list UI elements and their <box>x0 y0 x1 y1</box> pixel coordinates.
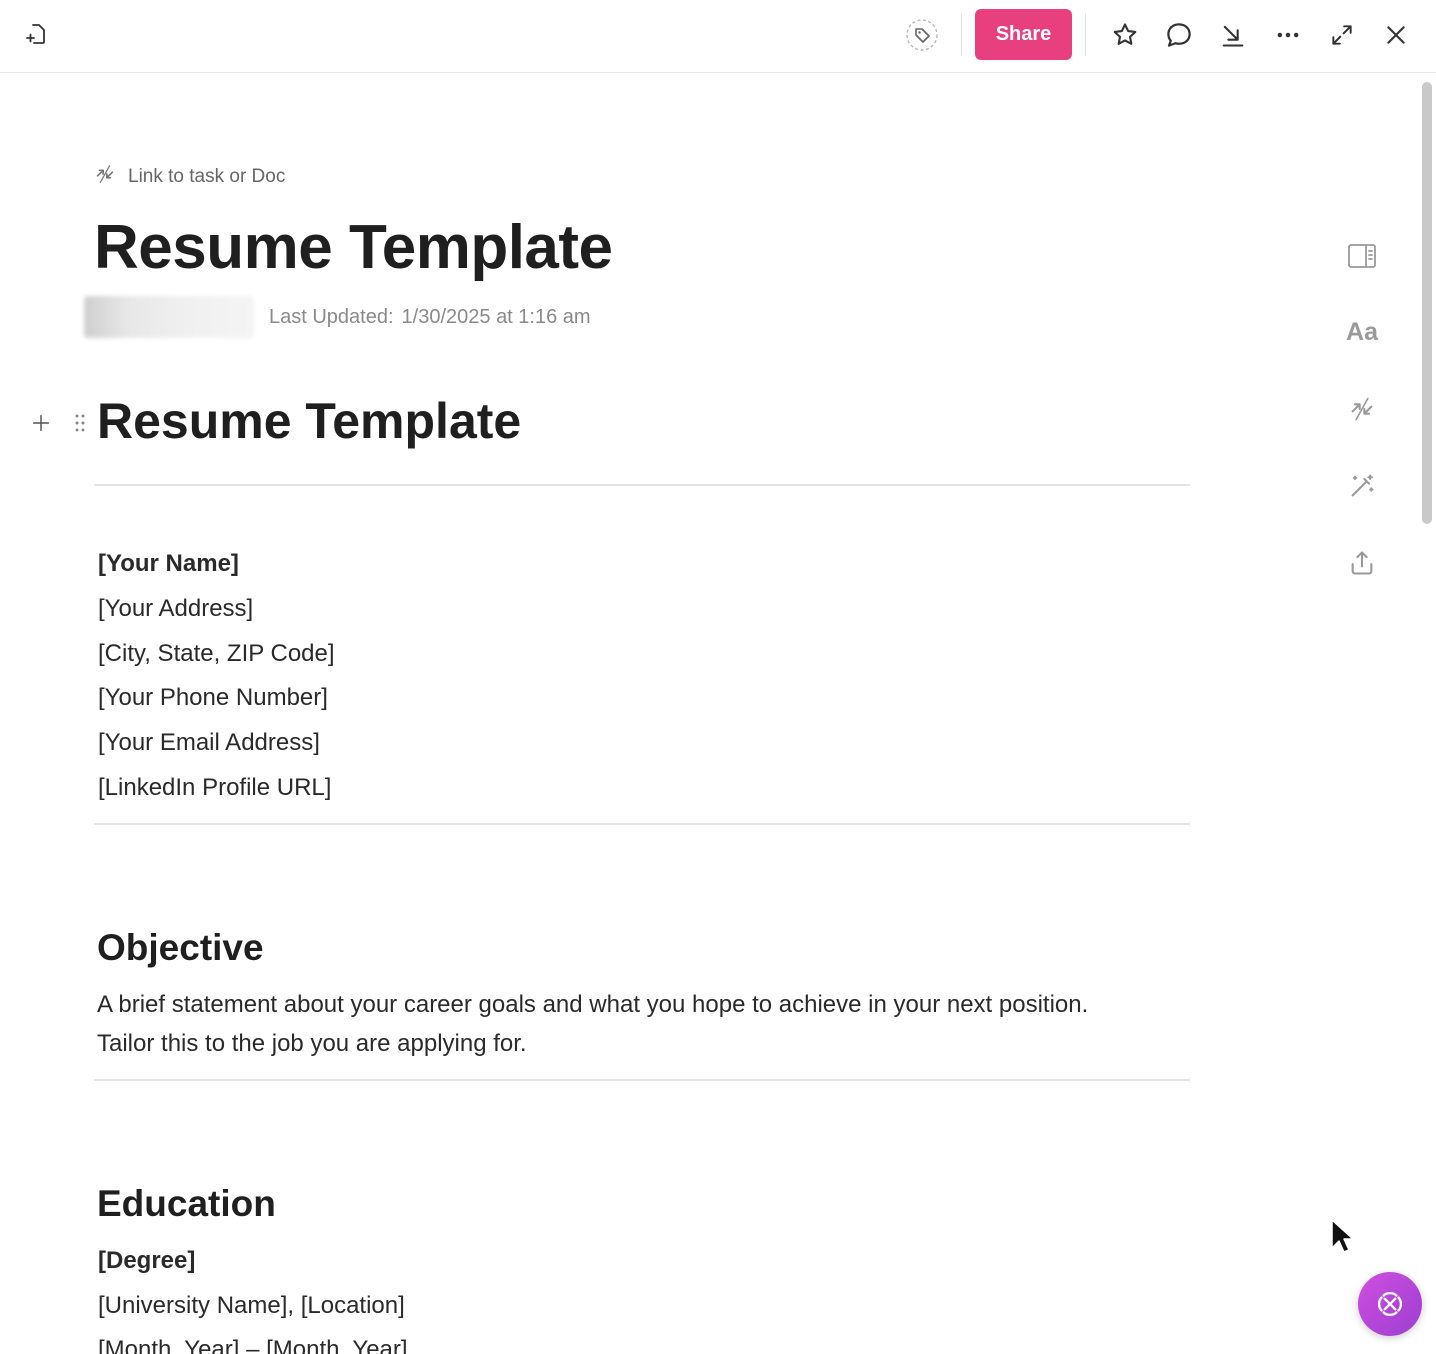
close-icon[interactable] <box>1376 15 1416 55</box>
contact-address[interactable]: [Your Address] <box>98 595 253 623</box>
objective-text-line-2[interactable]: Tailor this to the job you are applying … <box>97 1030 527 1058</box>
contact-city[interactable]: [City, State, ZIP Code] <box>98 640 335 668</box>
block-controls <box>30 408 90 438</box>
typography-label: Aa <box>1346 317 1378 346</box>
relationships-icon[interactable] <box>1342 389 1382 429</box>
ai-assistant-button[interactable] <box>1358 1272 1422 1336</box>
share-button[interactable]: Share <box>975 9 1072 60</box>
education-dates[interactable]: [Month, Year] – [Month, Year] <box>98 1336 408 1354</box>
page-title[interactable]: Resume Template <box>94 212 613 283</box>
ai-brain-icon <box>1373 1287 1407 1321</box>
relationship-icon <box>94 163 128 191</box>
divider <box>961 14 962 56</box>
link-label: Link to task or Doc <box>128 166 286 187</box>
scrollbar-thumb[interactable] <box>1422 82 1432 524</box>
last-updated-value: 1/30/2025 at 1:16 am <box>401 305 591 328</box>
link-to-task-button[interactable]: Link to task or Doc <box>94 163 285 191</box>
contact-linkedin[interactable]: [LinkedIn Profile URL] <box>98 774 331 802</box>
mouse-cursor-icon <box>1330 1218 1354 1259</box>
typography-icon[interactable]: Aa <box>1342 312 1382 352</box>
heading-objective[interactable]: Objective <box>97 927 264 969</box>
expand-icon[interactable] <box>1322 15 1362 55</box>
objective-text-line-1[interactable]: A brief statement about your career goal… <box>97 991 1088 1019</box>
education-university[interactable]: [University Name], [Location] <box>98 1292 405 1320</box>
more-icon[interactable] <box>1268 15 1308 55</box>
top-bar: Share <box>0 0 1436 73</box>
divider <box>94 823 1190 825</box>
heading-education[interactable]: Education <box>97 1183 276 1225</box>
add-block-icon[interactable] <box>30 412 52 434</box>
divider <box>94 484 1190 486</box>
comment-icon[interactable] <box>1159 15 1199 55</box>
contact-name[interactable]: [Your Name] <box>98 550 239 578</box>
education-degree[interactable]: [Degree] <box>98 1247 195 1275</box>
divider <box>1085 14 1086 56</box>
contact-phone[interactable]: [Your Phone Number] <box>98 684 328 712</box>
sidebar-panel-icon[interactable] <box>1342 236 1382 276</box>
download-icon[interactable] <box>1213 15 1253 55</box>
tag-icon[interactable] <box>902 15 942 55</box>
ai-wand-icon[interactable] <box>1342 466 1382 506</box>
last-updated-label: Last Updated: <box>269 305 394 328</box>
new-doc-icon[interactable] <box>16 14 56 54</box>
contact-email[interactable]: [Your Email Address] <box>98 729 320 757</box>
doc-meta: Last Updated: 1/30/2025 at 1:16 am <box>84 296 591 338</box>
star-icon[interactable] <box>1105 15 1145 55</box>
export-icon[interactable] <box>1342 543 1382 583</box>
heading-resume-template[interactable]: Resume Template <box>97 392 521 450</box>
author-avatar[interactable] <box>84 296 254 338</box>
drag-handle-icon[interactable] <box>74 412 86 434</box>
divider <box>94 1079 1190 1081</box>
